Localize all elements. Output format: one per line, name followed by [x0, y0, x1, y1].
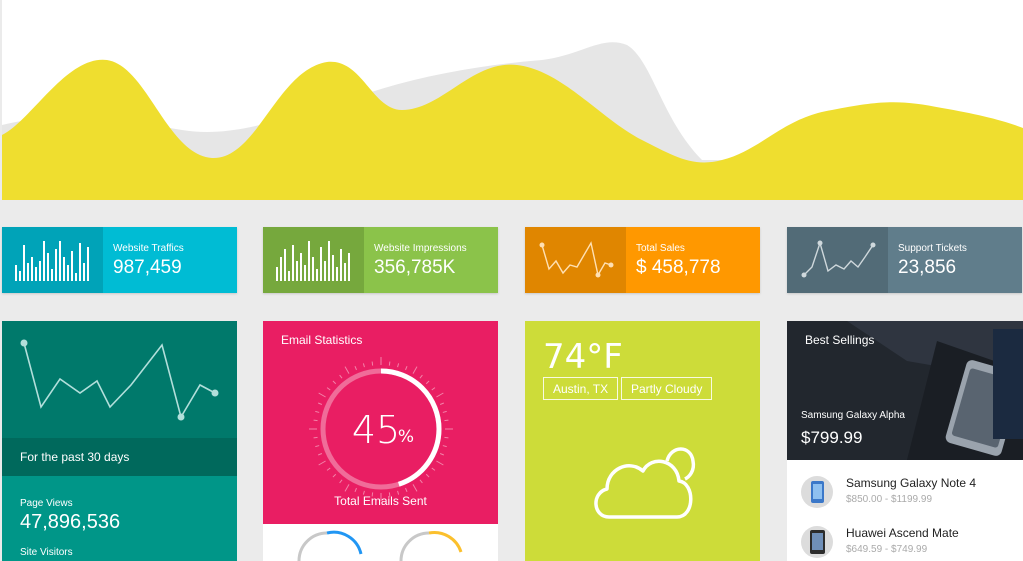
stat-card-total-sales[interactable]: Total Sales $ 458,778 — [525, 227, 760, 293]
traffic-line-chart — [2, 321, 237, 438]
weather-condition-tag[interactable]: Partly Cloudy — [621, 377, 713, 400]
traffic-line-chart-svg — [20, 339, 219, 421]
weather-temperature: 74°F — [543, 337, 623, 377]
page-views-value: 47,896,536 — [20, 511, 121, 533]
page-views-panel: Page Views 47,896,536 Site Visitors — [2, 476, 237, 561]
product-price: $850.00 - $1199.99 — [846, 494, 933, 505]
stat-value: 987,459 — [113, 257, 182, 278]
stat-label: Website Impressions — [374, 243, 467, 254]
best-sellings-card: Best Sellings Samsung Galaxy Alpha $799.… — [787, 321, 1023, 561]
featured-product-name: Samsung Galaxy Alpha — [801, 410, 905, 421]
line-sparkline-icon — [525, 227, 626, 293]
list-item[interactable]: Samsung Galaxy Note 4 $850.00 - $1199.99 — [787, 470, 1023, 518]
traffic-card: For the past 30 days Page Views 47,896,5… — [2, 321, 237, 561]
hero-area-chart-svg — [2, 42, 1023, 200]
bar-sparkline-svg — [276, 241, 350, 281]
email-statistics-body: Email Statistics 45 % Total Emails Sent — [263, 321, 498, 524]
featured-product-image[interactable]: Best Sellings Samsung Galaxy Alpha $799.… — [787, 321, 1023, 460]
stat-value: 356,785K — [374, 257, 456, 278]
stat-card-website-impressions[interactable]: Website Impressions 356,785K — [263, 227, 498, 293]
line-sparkline-icon — [787, 227, 888, 293]
site-visitors-label: Site Visitors — [20, 547, 73, 558]
bar-sparkline-icon — [263, 227, 364, 293]
stat-value: 23,856 — [898, 257, 957, 278]
list-item[interactable]: Huawei Ascend Mate $649.59 - $749.99 — [787, 520, 1023, 561]
stat-label: Total Sales — [636, 243, 685, 254]
stat-label: Website Traffics — [113, 243, 184, 254]
traffic-caption: For the past 30 days — [2, 438, 237, 476]
yellow-area-wave — [2, 59, 1023, 200]
email-percent-sign: % — [398, 427, 414, 447]
line-sparkline-svg — [539, 241, 614, 278]
page-views-label: Page Views — [20, 498, 73, 509]
line-sparkline-svg — [801, 240, 876, 278]
stat-card-support-tickets[interactable]: Support Tickets 23,856 — [787, 227, 1022, 293]
product-price: $649.59 - $749.99 — [846, 544, 928, 555]
email-percent-number: 45 — [352, 408, 400, 452]
bar-sparkline-svg — [15, 241, 89, 281]
mini-gauges — [297, 530, 463, 561]
featured-product-price: $799.99 — [801, 428, 863, 447]
bar-sparkline-icon — [2, 227, 103, 293]
cloud-icon — [594, 447, 696, 519]
hero-area-chart — [2, 0, 1023, 200]
best-sellings-title: Best Sellings — [805, 333, 875, 347]
product-name: Samsung Galaxy Note 4 — [846, 476, 977, 490]
weather-location-tag[interactable]: Austin, TX — [543, 377, 619, 400]
weather-card: 74°F Austin, TX Partly Cloudy — [525, 321, 760, 561]
stat-card-website-traffics[interactable]: Website Traffics 987,459 — [2, 227, 237, 293]
product-thumbnail — [801, 526, 833, 558]
email-statistics-card: Email Statistics 45 % Total Emails Sent — [263, 321, 498, 561]
product-name: Huawei Ascend Mate — [846, 526, 959, 540]
email-subtitle: Total Emails Sent — [334, 494, 427, 508]
product-thumbnail — [801, 476, 833, 508]
stat-value: $ 458,778 — [636, 257, 721, 278]
stat-label: Support Tickets — [898, 243, 967, 254]
